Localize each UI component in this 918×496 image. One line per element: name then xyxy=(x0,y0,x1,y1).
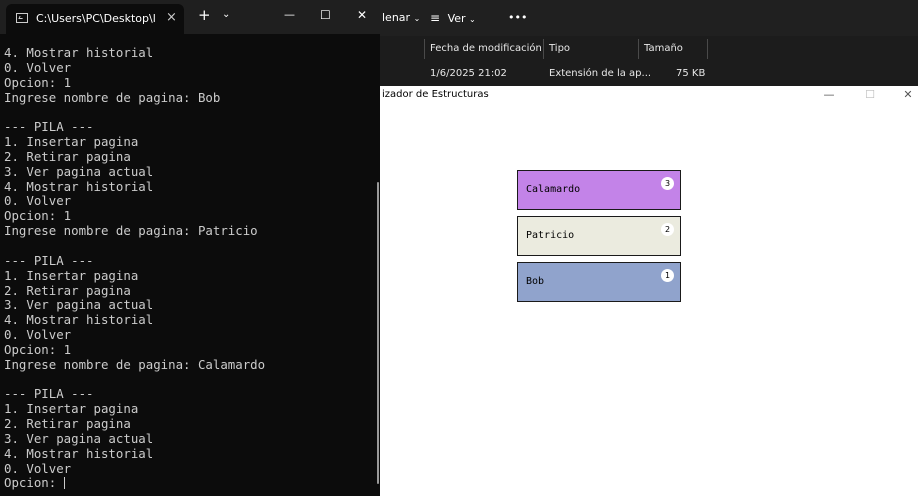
more-options-button[interactable]: ••• xyxy=(508,11,527,24)
terminal-line: 0. Volver xyxy=(4,59,72,75)
terminal-line: Ingrese nombre de pagina: Bob xyxy=(4,89,221,105)
terminal-icon xyxy=(16,13,28,23)
column-separator xyxy=(543,39,544,59)
terminal-line: 3. Ver pagina actual xyxy=(4,297,154,313)
terminal-line: 4. Mostrar historial xyxy=(4,178,154,194)
terminal-line: 4. Mostrar historial xyxy=(4,312,154,328)
column-type[interactable]: Tipo xyxy=(549,43,570,54)
new-tab-button[interactable]: + xyxy=(198,6,211,24)
terminal-window[interactable]: C:\Users\PC\Desktop\l × + ⌄ — ☐ ✕ 4. Mos… xyxy=(0,0,380,496)
file-modified: 1/6/2025 21:02 xyxy=(430,68,507,79)
terminal-maximize-button[interactable]: ☐ xyxy=(320,8,331,22)
stack-node-bottom: Bob 1 xyxy=(517,262,681,302)
chevron-down-icon: ⌄ xyxy=(469,15,476,24)
terminal-line: 0. Volver xyxy=(4,193,72,209)
view-lines-icon: ≡ xyxy=(430,11,441,25)
tab-dropdown-button[interactable]: ⌄ xyxy=(222,9,230,20)
terminal-output: 4. Mostrar historial 0. Volver Opcion: 1… xyxy=(4,45,376,491)
column-modified[interactable]: Fecha de modificación xyxy=(430,43,542,54)
terminal-line: Opcion: 1 xyxy=(4,341,72,357)
terminal-titlebar: C:\Users\PC\Desktop\l × + ⌄ — ☐ ✕ xyxy=(0,0,380,34)
chevron-down-icon: ⌄ xyxy=(413,14,421,23)
terminal-line: Ingrese nombre de pagina: Calamardo xyxy=(4,356,266,372)
terminal-line: 3. Ver pagina actual xyxy=(4,430,154,446)
stack-node-label: Bob xyxy=(526,276,545,287)
visualizer-title: izador de Estructuras xyxy=(382,89,489,100)
terminal-close-button[interactable]: ✕ xyxy=(357,8,367,22)
column-separator xyxy=(707,39,708,59)
visualizer-titlebar: izador de Estructuras — ☐ ✕ xyxy=(380,86,918,104)
terminal-line: 1. Insertar pagina xyxy=(4,134,139,150)
file-size: 75 KB xyxy=(676,68,706,79)
file-type: Extensión de la ap... xyxy=(549,68,652,79)
terminal-line: 3. Ver pagina actual xyxy=(4,163,154,179)
file-row[interactable]: 1/6/2025 21:02 Extensión de la ap... 75 … xyxy=(380,62,918,86)
column-separator xyxy=(424,39,425,59)
stack-node-label: Patricio xyxy=(526,230,575,241)
terminal-line: --- PILA --- xyxy=(4,386,94,402)
terminal-scrollbar[interactable] xyxy=(377,182,379,484)
stack-node-middle: Patricio 2 xyxy=(517,216,681,256)
text-cursor xyxy=(63,477,65,490)
terminal-line: 2. Retirar pagina xyxy=(4,416,131,432)
column-size[interactable]: Tamaño xyxy=(644,43,683,54)
sort-button[interactable]: lenar ⌄ xyxy=(382,11,420,24)
terminal-line: Opcion: 1 xyxy=(4,74,72,90)
terminal-line: 4. Mostrar historial xyxy=(4,45,154,60)
terminal-line: Ingrese nombre de pagina: Patricio xyxy=(4,223,258,239)
column-separator xyxy=(638,39,639,59)
terminal-line: 4. Mostrar historial xyxy=(4,445,154,461)
terminal-tab-title: C:\Users\PC\Desktop\l xyxy=(36,12,156,25)
stack-position-badge: 3 xyxy=(661,177,674,190)
visualizer-close-button[interactable]: ✕ xyxy=(898,86,918,104)
stack-position-badge: 2 xyxy=(661,223,674,236)
visualizer-minimize-button[interactable]: — xyxy=(819,86,839,104)
terminal-line: 0. Volver xyxy=(4,327,72,343)
terminal-line: 0. Volver xyxy=(4,460,72,476)
stack-position-badge: 1 xyxy=(661,269,674,282)
terminal-line: Opcion: 1 xyxy=(4,208,72,224)
terminal-minimize-button[interactable]: — xyxy=(284,8,295,21)
stack-node-top: Calamardo 3 xyxy=(517,170,681,210)
terminal-line: 2. Retirar pagina xyxy=(4,148,131,164)
view-button[interactable]: ≡ Ver ⌄ xyxy=(430,11,476,25)
stack-node-label: Calamardo xyxy=(526,184,581,195)
terminal-line: --- PILA --- xyxy=(4,119,94,135)
visualizer-maximize-button[interactable]: ☐ xyxy=(860,86,880,104)
tab-close-icon[interactable]: × xyxy=(166,10,177,25)
explorer-command-bar: lenar ⌄ ≡ Ver ⌄ ••• xyxy=(380,0,918,36)
terminal-tab[interactable]: C:\Users\PC\Desktop\l × xyxy=(6,4,184,34)
terminal-prompt[interactable]: Opcion: xyxy=(4,475,64,491)
terminal-line: 2. Retirar pagina xyxy=(4,282,131,298)
file-list-header: Fecha de modificación Tipo Tamaño xyxy=(380,36,918,62)
terminal-line: 1. Insertar pagina xyxy=(4,401,139,417)
terminal-line: 1. Insertar pagina xyxy=(4,267,139,283)
terminal-line: --- PILA --- xyxy=(4,252,94,268)
